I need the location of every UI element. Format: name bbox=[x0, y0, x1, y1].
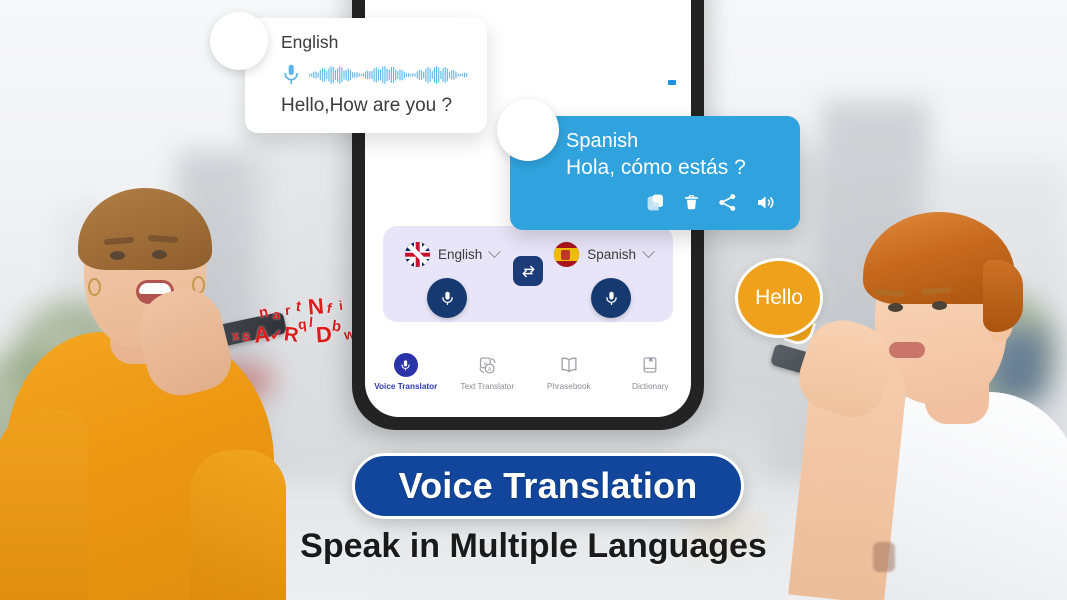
source-language-label: English bbox=[438, 247, 483, 262]
microphone-icon bbox=[284, 64, 299, 85]
chevron-down-icon[interactable] bbox=[488, 245, 502, 259]
share-icon[interactable] bbox=[717, 192, 738, 218]
bottom-tab-bar: Voice Translator a A Text Translator Phr… bbox=[365, 349, 691, 407]
swap-arrows-icon bbox=[521, 265, 535, 277]
banner-subtitle: Speak in Multiple Languages bbox=[300, 527, 767, 565]
english-transcription-card: English Hello,How are you ? bbox=[245, 18, 487, 133]
screen-marker bbox=[668, 80, 676, 85]
svg-text:A: A bbox=[488, 366, 492, 372]
spanish-card-text: Hola, cómo estás ? bbox=[566, 156, 746, 179]
target-language-label: Spanish bbox=[587, 247, 636, 262]
spain-flag-icon bbox=[554, 242, 580, 267]
source-mic-button[interactable] bbox=[427, 278, 467, 318]
open-book-icon bbox=[561, 357, 577, 373]
english-flag-badge bbox=[210, 12, 268, 70]
promo-screenshot: x s An a r t Nf i ✓ Rq l Db w English Sp… bbox=[0, 0, 1067, 600]
delete-icon[interactable] bbox=[682, 192, 701, 218]
microphone-icon bbox=[441, 291, 453, 305]
spanish-card-actions bbox=[566, 192, 782, 218]
tab-label-phrasebook: Phrasebook bbox=[546, 382, 591, 391]
spanish-card-title: Spanish bbox=[566, 130, 639, 152]
english-card-text: Hello,How are you ? bbox=[281, 95, 453, 116]
english-card-waveform-row bbox=[281, 62, 469, 88]
spanish-flag-badge bbox=[497, 99, 559, 161]
dictionary-book-icon bbox=[643, 357, 657, 373]
english-card-title: English bbox=[281, 32, 339, 52]
tab-phrasebook[interactable]: Phrasebook bbox=[528, 349, 610, 407]
speech-bubble-body: Hello bbox=[735, 258, 823, 338]
tab-label-dictionary: Dictionary bbox=[632, 382, 669, 391]
tab-dictionary[interactable]: Dictionary bbox=[610, 349, 692, 407]
target-language-selector[interactable]: Spanish bbox=[554, 242, 655, 267]
tab-icon-wrap bbox=[640, 353, 660, 377]
microphone-icon bbox=[393, 353, 418, 377]
language-selector-bar: English Spanish bbox=[383, 226, 673, 322]
tab-voice-translator[interactable]: Voice Translator bbox=[365, 349, 447, 407]
chevron-down-icon[interactable] bbox=[642, 245, 655, 259]
tab-icon-wrap bbox=[558, 353, 580, 377]
copy-icon[interactable] bbox=[645, 192, 666, 218]
swap-languages-button[interactable] bbox=[513, 256, 543, 286]
uk-flag-icon bbox=[405, 242, 430, 267]
audio-waveform bbox=[309, 65, 468, 85]
banner-title: Voice Translation bbox=[398, 465, 698, 506]
banner-title-pill: Voice Translation bbox=[352, 453, 744, 519]
source-language-selector[interactable]: English bbox=[405, 242, 502, 267]
text-translate-icon: a A bbox=[479, 356, 496, 374]
tab-text-translator[interactable]: a A Text Translator bbox=[447, 349, 529, 407]
hello-bubble-text: Hello bbox=[755, 286, 803, 309]
speaker-icon[interactable] bbox=[754, 192, 776, 218]
hello-speech-bubble: Hello bbox=[735, 258, 823, 349]
target-mic-button[interactable] bbox=[591, 278, 631, 318]
microphone-icon bbox=[605, 291, 617, 305]
tab-label-voice-translator: Voice Translator bbox=[374, 382, 438, 391]
tab-icon-wrap: a A bbox=[477, 353, 498, 377]
tab-label-text-translator: Text Translator bbox=[460, 382, 515, 391]
tab-icon-wrap bbox=[393, 353, 418, 377]
